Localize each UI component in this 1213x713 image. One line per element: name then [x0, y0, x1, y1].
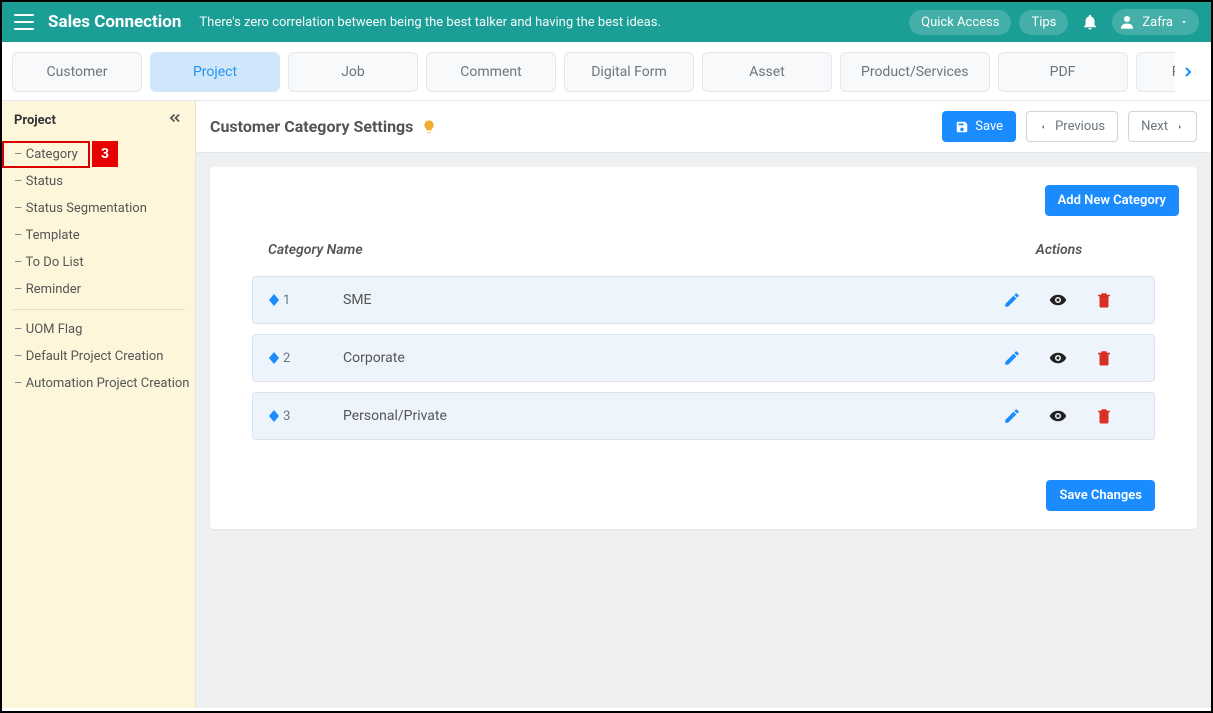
view-icon[interactable] [1049, 407, 1067, 425]
page-title: Customer Category Settings [210, 117, 413, 136]
tab-public-fo[interactable]: Public Fo [1136, 52, 1176, 92]
user-name: Zafra [1142, 15, 1173, 30]
category-row: 1 SME [252, 276, 1155, 324]
sort-icon [269, 294, 279, 306]
quick-access-button[interactable]: Quick Access [909, 10, 1011, 35]
sidebar-item-status[interactable]: Status [2, 168, 195, 195]
category-row: 2 Corporate [252, 334, 1155, 382]
col-category-name: Category Name [268, 242, 979, 258]
tab-product-services[interactable]: Product/Services [840, 52, 990, 92]
tabs-scroll-right[interactable] [1175, 64, 1201, 80]
user-menu[interactable]: Zafra [1112, 9, 1199, 35]
sidebar-item-to-do-list[interactable]: To Do List [2, 249, 195, 276]
brand-title: Sales Connection [48, 12, 181, 32]
sidebar-title: Project [14, 113, 56, 128]
caret-left-icon [1039, 122, 1047, 132]
delete-icon[interactable] [1095, 291, 1113, 309]
content-area: Customer Category Settings Save Previous… [196, 101, 1211, 708]
sort-icon [269, 410, 279, 422]
annotation-badge: 3 [92, 141, 118, 167]
row-category-name: Corporate [323, 350, 978, 366]
view-icon[interactable] [1049, 291, 1067, 309]
header-tagline: There's zero correlation between being t… [199, 15, 909, 30]
edit-icon[interactable] [1003, 349, 1021, 367]
save-icon [955, 120, 969, 134]
tab-bar: CustomerProjectJobCommentDigital FormAss… [2, 42, 1211, 101]
category-row: 3 Personal/Private [252, 392, 1155, 440]
view-icon[interactable] [1049, 349, 1067, 367]
add-new-category-button[interactable]: Add New Category [1045, 185, 1179, 216]
category-card: Add New Category Category Name Actions 1… [210, 167, 1197, 529]
save-changes-button[interactable]: Save Changes [1046, 480, 1155, 511]
tab-customer[interactable]: Customer [12, 52, 142, 92]
tips-button[interactable]: Tips [1019, 10, 1068, 35]
row-order-handle[interactable]: 2 [269, 351, 323, 366]
content-toolbar: Customer Category Settings Save Previous… [196, 101, 1211, 153]
next-button[interactable]: Next [1128, 111, 1197, 142]
caret-right-icon [1176, 122, 1184, 132]
sidebar-item-uom-flag[interactable]: UOM Flag [2, 316, 195, 343]
chevron-down-icon [1179, 17, 1189, 27]
sidebar: Project Category3StatusStatus Segmentati… [2, 101, 196, 708]
tab-asset[interactable]: Asset [702, 52, 832, 92]
sidebar-item-template[interactable]: Template [2, 222, 195, 249]
row-order-handle[interactable]: 1 [269, 293, 323, 308]
sidebar-item-status-segmentation[interactable]: Status Segmentation [2, 195, 195, 222]
tab-project[interactable]: Project [150, 52, 280, 92]
save-button[interactable]: Save [942, 111, 1016, 142]
top-header: Sales Connection There's zero correlatio… [2, 2, 1211, 42]
sidebar-divider [12, 309, 185, 310]
hint-bulb-icon[interactable] [421, 119, 437, 135]
sidebar-item-category[interactable]: Category [2, 141, 90, 168]
sidebar-item-automation-project-creation[interactable]: Automation Project Creation [2, 370, 195, 397]
tab-comment[interactable]: Comment [426, 52, 556, 92]
col-actions: Actions [979, 242, 1139, 258]
table-header: Category Name Actions [228, 234, 1179, 266]
edit-icon[interactable] [1003, 291, 1021, 309]
row-number: 2 [283, 351, 290, 366]
avatar-icon [1118, 13, 1136, 31]
row-number: 3 [283, 409, 290, 424]
delete-icon[interactable] [1095, 349, 1113, 367]
row-order-handle[interactable]: 3 [269, 409, 323, 424]
collapse-sidebar-icon[interactable] [167, 111, 183, 129]
sidebar-item-default-project-creation[interactable]: Default Project Creation [2, 343, 195, 370]
sort-icon [269, 352, 279, 364]
row-number: 1 [283, 293, 290, 308]
row-category-name: Personal/Private [323, 408, 978, 424]
edit-icon[interactable] [1003, 407, 1021, 425]
previous-button[interactable]: Previous [1026, 111, 1118, 142]
notifications-icon[interactable] [1076, 8, 1104, 36]
tab-pdf[interactable]: PDF [998, 52, 1128, 92]
tab-digital-form[interactable]: Digital Form [564, 52, 694, 92]
menu-icon[interactable] [14, 14, 34, 30]
row-category-name: SME [323, 292, 978, 308]
tab-job[interactable]: Job [288, 52, 418, 92]
sidebar-item-reminder[interactable]: Reminder [2, 276, 195, 303]
delete-icon[interactable] [1095, 407, 1113, 425]
